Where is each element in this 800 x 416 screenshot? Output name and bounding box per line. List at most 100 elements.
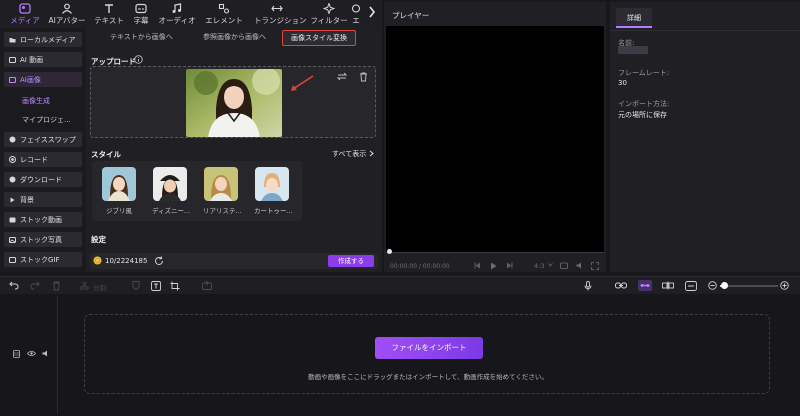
record-icon [9, 156, 16, 163]
style-realistic[interactable]: リアリステ... [203, 167, 242, 215]
sidebar-item-record[interactable]: レコード [4, 152, 82, 167]
toolbar-transition[interactable]: トランジション [254, 2, 307, 26]
ai-image-icon [9, 76, 16, 83]
ratio-caret-icon [548, 263, 553, 267]
sidebar-item-stock-video[interactable]: ストック動画 [4, 212, 82, 227]
split-label[interactable]: 分割 [93, 282, 106, 292]
details-divider [610, 30, 800, 31]
split-track-icon[interactable] [662, 281, 674, 290]
toolbar-media[interactable]: メディア [2, 2, 48, 26]
sidebar-sub-image-generation[interactable]: 画像生成 [22, 96, 50, 106]
sidebar-item-ai-video[interactable]: AI 動画 [4, 52, 82, 67]
avatar-icon [44, 2, 90, 14]
refresh-icon[interactable] [154, 256, 164, 266]
folder-icon [9, 36, 16, 43]
sidebar-item-stock-photo[interactable]: ストック写真 [4, 232, 82, 247]
undo-icon[interactable] [9, 281, 19, 290]
zoom-slider-knob[interactable] [721, 282, 728, 289]
main-toolbar: メディア AIアバター テキスト 字幕 オーディオ エレメント トランジション … [0, 0, 382, 28]
toolbar-element[interactable]: エレメント [201, 2, 247, 26]
track-audio-icon[interactable] [42, 350, 50, 357]
sidebar-item-background[interactable]: 背景 [4, 192, 82, 207]
zoom-in-icon[interactable] [780, 281, 789, 290]
image-mode-tabs: テキストから画像へ 参照画像から画像へ 画像スタイル変換 [86, 30, 382, 46]
split-icon[interactable] [80, 281, 89, 290]
trash-icon[interactable] [359, 72, 368, 82]
zoom-slider-track[interactable] [720, 285, 778, 287]
timeline-toolbar: 分割 [0, 276, 800, 294]
crop-icon[interactable] [170, 281, 180, 291]
face-swap-icon [9, 136, 16, 143]
transition-icon [254, 2, 300, 14]
zoom-out-icon[interactable] [708, 281, 717, 290]
prev-frame-icon[interactable] [474, 262, 481, 269]
player-title: プレイヤー [392, 11, 430, 20]
settings-title: 設定 [91, 235, 106, 244]
track-visibility-icon[interactable] [27, 350, 36, 357]
timeline-dropzone[interactable]: ファイルをインポート 動画や画像をここにドラッグまたはインポートして、動画作成を… [84, 314, 770, 394]
cartoon-avatar [255, 167, 289, 201]
sidebar-item-face-swap[interactable]: フェイススワップ [4, 132, 82, 147]
chevron-right-icon[interactable] [368, 6, 376, 18]
style-disney[interactable]: ディズニー... [152, 167, 190, 215]
stock-video-icon [9, 216, 16, 223]
play-icon[interactable] [490, 262, 497, 270]
tab-style-transfer[interactable]: 画像スタイル変換 [282, 30, 356, 46]
sidebar-sub-my-projects[interactable]: マイプロジェ... [22, 115, 71, 125]
player-viewport [386, 26, 604, 252]
magnet-snap-icon[interactable] [638, 280, 652, 291]
export-frame-icon[interactable] [202, 281, 212, 290]
toolbar-ai-avatar[interactable]: AIアバター [44, 2, 90, 26]
volume-icon[interactable] [576, 262, 584, 269]
create-button[interactable]: 作成する [328, 255, 374, 267]
disney-avatar [153, 167, 187, 201]
style-list: ジブリ風 ディズニー... リアリステ... カートゥー... [92, 161, 302, 221]
uploaded-photo [186, 69, 282, 137]
player-controls: 00:00:00 / 00:00:00 4:3 [384, 249, 606, 272]
style-title: スタイル [91, 150, 121, 159]
show-all-link[interactable]: すべて表示 [332, 149, 366, 159]
style-ghibli[interactable]: ジブリ風 [101, 167, 137, 215]
ghibli-avatar [102, 167, 136, 201]
link-icon[interactable] [615, 281, 627, 290]
text-tool-icon[interactable] [151, 281, 161, 291]
fullscreen-icon[interactable] [591, 262, 599, 270]
coin-icon [93, 256, 102, 265]
left-sidebar: ローカルメディア AI 動画 AI画像 画像生成 マイプロジェ... フェイスス… [0, 28, 86, 272]
tab-details[interactable]: 詳細 [616, 8, 652, 28]
snapshot-icon[interactable] [560, 262, 568, 269]
track-header [4, 296, 58, 414]
marker-icon[interactable] [132, 281, 140, 290]
name-value-redacted [618, 46, 648, 54]
style-cartoon[interactable]: カートゥー... [254, 167, 293, 215]
delete-icon[interactable] [52, 281, 61, 291]
sidebar-item-local-media[interactable]: ローカルメディア [4, 32, 82, 47]
framerate-label: フレームレート: [618, 69, 670, 77]
info-icon[interactable] [134, 55, 143, 64]
toolbar-audio[interactable]: オーディオ [154, 2, 200, 26]
chevron-right-small-icon[interactable] [369, 150, 374, 157]
aspect-ratio-select[interactable]: 4:3 [534, 262, 544, 270]
playhead-knob[interactable] [387, 249, 392, 254]
track-film-icon[interactable] [13, 350, 20, 358]
element-icon [201, 2, 247, 14]
ai-image-panel: テキストから画像へ 参照画像から画像へ 画像スタイル変換 アップロード スタイル… [86, 28, 382, 272]
next-frame-icon[interactable] [506, 262, 513, 269]
tab-text-to-image[interactable]: テキストから画像へ [110, 32, 173, 42]
redo-icon[interactable] [30, 281, 40, 290]
toolbar-effect[interactable]: エ [346, 2, 366, 26]
download-icon [9, 176, 16, 183]
realistic-avatar [204, 167, 238, 201]
stock-photo-icon [9, 236, 16, 243]
microphone-icon[interactable] [584, 281, 592, 291]
framerate-value: 30 [618, 79, 627, 87]
import-file-button[interactable]: ファイルをインポート [375, 337, 483, 359]
sidebar-item-ai-image[interactable]: AI画像 [4, 72, 82, 87]
fit-timeline-icon[interactable] [685, 281, 697, 291]
upload-dropzone[interactable] [90, 66, 376, 138]
replace-icon[interactable] [337, 72, 347, 81]
sidebar-item-stock-gif[interactable]: ストックGIF [4, 252, 82, 267]
sidebar-item-download[interactable]: ダウンロード [4, 172, 82, 187]
playback-track[interactable] [386, 252, 604, 253]
tab-image-to-image[interactable]: 参照画像から画像へ [203, 32, 266, 42]
